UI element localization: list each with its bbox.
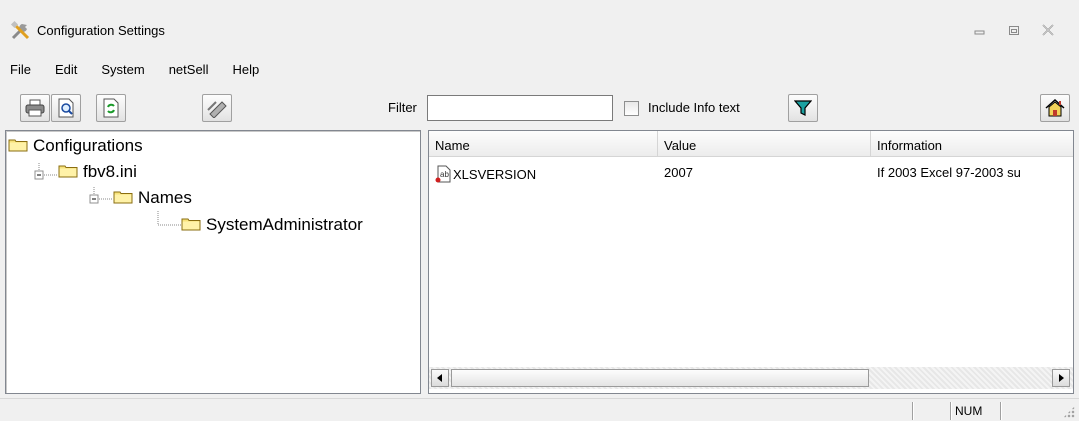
cell-value: 2007: [664, 165, 693, 180]
tool-button[interactable]: [202, 94, 232, 122]
folder-icon: [8, 139, 28, 152]
filter-button[interactable]: [788, 94, 818, 122]
tree-node[interactable]: SystemAdministrator: [181, 215, 363, 235]
close-button[interactable]: [1039, 22, 1057, 38]
menu-system[interactable]: System: [86, 58, 153, 84]
print-preview-button[interactable]: [51, 94, 81, 122]
print-icon: [25, 99, 45, 117]
setting-name: XLSVERSION: [453, 167, 537, 182]
window-title: Configuration Settings: [37, 23, 165, 38]
menu-edit[interactable]: Edit: [40, 58, 86, 84]
close-icon: [1042, 24, 1054, 36]
column-header-name[interactable]: Name: [429, 131, 658, 157]
minimize-button[interactable]: [971, 22, 989, 38]
scrollbar-thumb[interactable]: [451, 369, 869, 387]
tree-node-label: Configurations: [33, 136, 143, 155]
unknown-tool-icon: [207, 101, 227, 118]
restore-button[interactable]: [1005, 22, 1023, 38]
menu-help[interactable]: Help: [217, 58, 268, 84]
tree-node-label: Names: [138, 188, 192, 207]
toolbar: Filter Include Info text: [0, 86, 1079, 126]
cell-information: If 2003 Excel 97-2003 su: [877, 165, 1021, 180]
filter-input[interactable]: [427, 95, 613, 121]
refresh-button[interactable]: [96, 94, 126, 122]
menu-bar: File Edit System netSell Help: [0, 58, 268, 84]
menu-netsell[interactable]: netSell: [154, 58, 218, 84]
svg-text:ab: ab: [440, 170, 449, 179]
scroll-right-button[interactable]: [1052, 369, 1070, 387]
folder-icon: [58, 165, 78, 178]
column-header-value[interactable]: Value: [658, 131, 871, 157]
num-lock-indicator: NUM: [955, 404, 983, 418]
settings-list: Name Value Information ab XLSVERSION 200…: [428, 130, 1074, 394]
tree-node[interactable]: Names: [113, 188, 192, 208]
filter-funnel-icon: [794, 100, 812, 116]
include-info-label: Include Info text: [648, 100, 740, 115]
tree-node-label: SystemAdministrator: [206, 215, 363, 234]
menu-file[interactable]: File: [0, 58, 40, 84]
setting-icon: ab: [435, 165, 451, 183]
list-row[interactable]: ab XLSVERSION 2007 If 2003 Excel 97-2003…: [429, 161, 1073, 183]
panel-splitter[interactable]: [421, 130, 428, 394]
tree-node[interactable]: fbv8.ini: [58, 162, 137, 182]
config-tree: Configurations fbv8.ini Names SystemAdmi…: [5, 130, 421, 394]
print-button[interactable]: [20, 94, 50, 122]
horizontal-scrollbar[interactable]: [429, 367, 1073, 389]
filter-label: Filter: [388, 100, 417, 115]
minimize-icon: [974, 30, 985, 35]
tree-node-label: fbv8.ini: [83, 162, 137, 181]
resize-grip[interactable]: [1063, 406, 1075, 418]
folder-icon: [113, 191, 133, 204]
column-header-information[interactable]: Information: [871, 131, 1073, 157]
arrow-left-icon: [437, 374, 442, 382]
tools-icon: [10, 20, 30, 40]
tree-node[interactable]: Configurations: [8, 136, 143, 156]
home-button[interactable]: [1040, 94, 1070, 122]
folder-icon: [181, 218, 201, 231]
status-divider: [950, 402, 952, 420]
home-icon: [1045, 99, 1065, 117]
status-divider: [912, 402, 914, 420]
refresh-icon: [103, 98, 119, 118]
scroll-left-button[interactable]: [431, 369, 449, 387]
title-bar: Configuration Settings: [0, 0, 1079, 58]
status-bar: NUM: [0, 398, 1079, 421]
app-window: Configuration Settings File Edit System …: [0, 0, 1079, 421]
list-header: Name Value Information: [429, 131, 1073, 157]
include-info-checkbox[interactable]: [624, 101, 639, 116]
print-preview-icon: [58, 98, 74, 118]
restore-icon: [1009, 26, 1019, 35]
arrow-right-icon: [1059, 374, 1064, 382]
status-divider: [1000, 402, 1002, 420]
cell-name: ab XLSVERSION: [429, 161, 658, 183]
